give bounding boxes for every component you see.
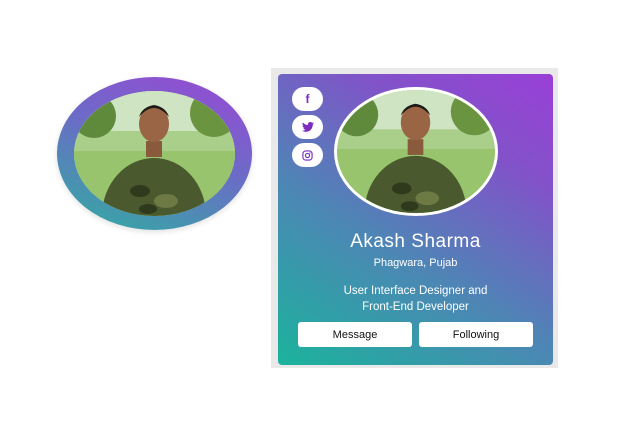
card-profile-photo [334, 87, 498, 216]
instagram-icon [302, 149, 313, 161]
facebook-icon: f [305, 92, 310, 106]
following-button[interactable]: Following [419, 322, 533, 347]
message-button[interactable]: Message [298, 322, 412, 347]
profile-bio: User Interface Designer and Front-End De… [308, 283, 523, 315]
instagram-button[interactable] [292, 143, 323, 167]
twitter-icon [301, 122, 314, 132]
bio-line: User Interface Designer and [343, 285, 488, 297]
profile-name: Akash Sharma [350, 231, 481, 252]
bio-line: Front-End Developer [362, 301, 469, 313]
profile-photo [74, 91, 235, 216]
facebook-button[interactable]: f [292, 87, 323, 111]
twitter-button[interactable] [292, 115, 323, 139]
profile-card: f Akash Sharma Phagwara, Pujab User Inte… [278, 74, 553, 365]
avatar-preview [57, 77, 252, 230]
profile-location: Phagwara, Pujab [373, 257, 458, 269]
